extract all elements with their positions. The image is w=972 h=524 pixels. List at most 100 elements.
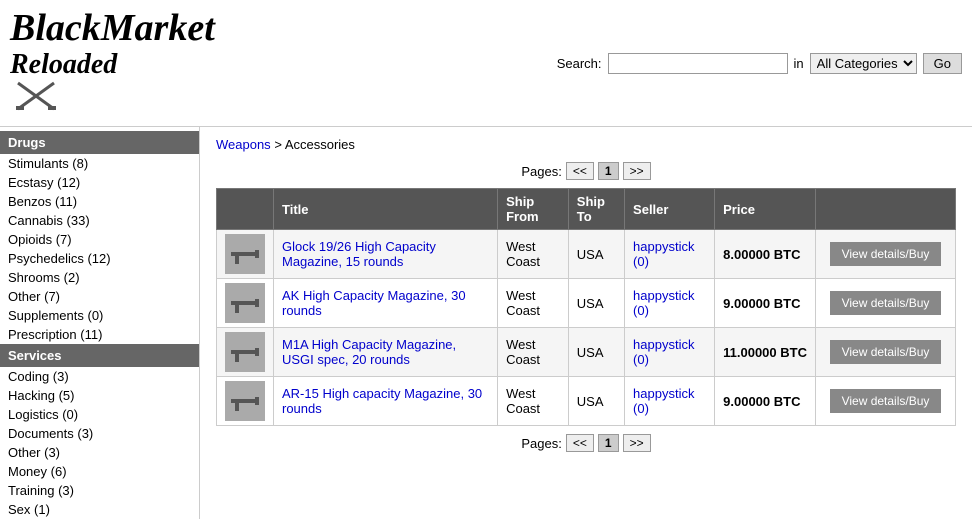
sidebar-item-psychedelics[interactable]: Psychedelics (12)	[0, 249, 199, 268]
go-button[interactable]: Go	[923, 53, 962, 74]
product-image-cell	[217, 230, 274, 279]
products-table: Title Ship From Ship To Seller Price Glo…	[216, 188, 956, 426]
table-row: Glock 19/26 High Capacity Magazine, 15 r…	[217, 230, 956, 279]
sidebar-item-ecstasy[interactable]: Ecstasy (12)	[0, 173, 199, 192]
seller-cell: happystick (0)	[625, 230, 715, 279]
product-image-cell	[217, 279, 274, 328]
sidebar-item-coding[interactable]: Coding (3)	[0, 367, 199, 386]
page-1-button[interactable]: 1	[598, 162, 619, 180]
sidebar-item-other-services[interactable]: Other (3)	[0, 443, 199, 462]
product-title-cell: AR-15 High capacity Magazine, 30 rounds	[274, 377, 498, 426]
action-cell: View details/Buy	[816, 230, 956, 279]
ship-to-cell: USA	[568, 230, 624, 279]
breadcrumb-weapons[interactable]: Weapons	[216, 137, 271, 152]
pages-label-bottom: Pages:	[521, 436, 561, 451]
ship-from-cell: West Coast	[498, 279, 569, 328]
sidebar-item-benzos[interactable]: Benzos (11)	[0, 192, 199, 211]
col-header-price: Price	[715, 189, 816, 230]
sidebar-header-drugs[interactable]: Drugs	[0, 131, 199, 154]
search-in-label: in	[794, 56, 804, 71]
pagination-bottom: Pages: << 1 >>	[216, 434, 956, 452]
seller-link[interactable]: happystick (0)	[633, 337, 694, 367]
ship-to-cell: USA	[568, 279, 624, 328]
breadcrumb-separator: >	[274, 137, 285, 152]
action-cell: View details/Buy	[816, 279, 956, 328]
col-header-ship-to: Ship To	[568, 189, 624, 230]
logo-line1: BlackMarket	[10, 8, 215, 50]
action-cell: View details/Buy	[816, 377, 956, 426]
product-title-link[interactable]: AK High Capacity Magazine, 30 rounds	[282, 288, 466, 318]
main-content: Weapons > Accessories Pages: << 1 >> Tit…	[200, 127, 972, 519]
view-details-button[interactable]: View details/Buy	[830, 340, 942, 364]
seller-cell: happystick (0)	[625, 377, 715, 426]
sidebar-item-stimulants[interactable]: Stimulants (8)	[0, 154, 199, 173]
table-row: AK High Capacity Magazine, 30 rounds West…	[217, 279, 956, 328]
ship-to-cell: USA	[568, 328, 624, 377]
crossed-swords-icon	[16, 81, 215, 119]
col-header-img	[217, 189, 274, 230]
product-title-cell: AK High Capacity Magazine, 30 rounds	[274, 279, 498, 328]
sidebar-item-money[interactable]: Money (6)	[0, 462, 199, 481]
view-details-button[interactable]: View details/Buy	[830, 291, 942, 315]
table-body: Glock 19/26 High Capacity Magazine, 15 r…	[217, 230, 956, 426]
sidebar-item-hacking[interactable]: Hacking (5)	[0, 386, 199, 405]
product-thumbnail	[225, 283, 265, 323]
sidebar: Drugs Stimulants (8) Ecstasy (12) Benzos…	[0, 127, 200, 519]
sidebar-item-documents[interactable]: Documents (3)	[0, 424, 199, 443]
col-header-ship-from: Ship From	[498, 189, 569, 230]
sidebar-item-opioids[interactable]: Opioids (7)	[0, 230, 199, 249]
seller-link[interactable]: happystick (0)	[633, 386, 694, 416]
table-row: AR-15 High capacity Magazine, 30 rounds W…	[217, 377, 956, 426]
product-title-link[interactable]: AR-15 High capacity Magazine, 30 rounds	[282, 386, 482, 416]
prev-page-button-bottom[interactable]: <<	[566, 434, 594, 452]
product-thumbnail	[225, 332, 265, 372]
search-label: Search:	[557, 56, 602, 71]
col-header-title: Title	[274, 189, 498, 230]
sidebar-item-cannabis[interactable]: Cannabis (33)	[0, 211, 199, 230]
prev-page-button[interactable]: <<	[566, 162, 594, 180]
pagination-top: Pages: << 1 >>	[216, 162, 956, 180]
ship-from-cell: West Coast	[498, 328, 569, 377]
sidebar-item-training[interactable]: Training (3)	[0, 481, 199, 500]
search-input[interactable]	[608, 53, 788, 74]
logo-line2: Reloaded	[10, 50, 215, 119]
sidebar-item-prescription[interactable]: Prescription (11)	[0, 325, 199, 344]
view-details-button[interactable]: View details/Buy	[830, 389, 942, 413]
product-thumbnail	[225, 381, 265, 421]
next-page-button[interactable]: >>	[623, 162, 651, 180]
next-page-button-bottom[interactable]: >>	[623, 434, 651, 452]
category-select[interactable]: All Categories Drugs Services Weapons	[810, 53, 917, 74]
col-header-seller: Seller	[625, 189, 715, 230]
seller-link[interactable]: happystick (0)	[633, 239, 694, 269]
product-title-cell: M1A High Capacity Magazine, USGI spec, 2…	[274, 328, 498, 377]
seller-cell: happystick (0)	[625, 279, 715, 328]
sidebar-header-services[interactable]: Services	[0, 344, 199, 367]
product-image-cell	[217, 377, 274, 426]
pages-label: Pages:	[521, 164, 561, 179]
view-details-button[interactable]: View details/Buy	[830, 242, 942, 266]
price-cell: 11.00000 BTC	[715, 328, 816, 377]
price-cell: 8.00000 BTC	[715, 230, 816, 279]
table-row: M1A High Capacity Magazine, USGI spec, 2…	[217, 328, 956, 377]
product-title-link[interactable]: Glock 19/26 High Capacity Magazine, 15 r…	[282, 239, 436, 269]
breadcrumb: Weapons > Accessories	[216, 137, 956, 152]
header: BlackMarket Reloaded Search: in All Cate…	[0, 0, 972, 127]
sidebar-item-sex[interactable]: Sex (1)	[0, 500, 199, 519]
seller-cell: happystick (0)	[625, 328, 715, 377]
logo: BlackMarket Reloaded	[10, 8, 215, 118]
sidebar-item-shrooms[interactable]: Shrooms (2)	[0, 268, 199, 287]
product-thumbnail	[225, 234, 265, 274]
product-title-link[interactable]: M1A High Capacity Magazine, USGI spec, 2…	[282, 337, 456, 367]
sidebar-item-supplements[interactable]: Supplements (0)	[0, 306, 199, 325]
product-title-cell: Glock 19/26 High Capacity Magazine, 15 r…	[274, 230, 498, 279]
breadcrumb-accessories: Accessories	[285, 137, 355, 152]
sidebar-item-logistics[interactable]: Logistics (0)	[0, 405, 199, 424]
sidebar-item-other-drugs[interactable]: Other (7)	[0, 287, 199, 306]
price-cell: 9.00000 BTC	[715, 279, 816, 328]
page-1-button-bottom[interactable]: 1	[598, 434, 619, 452]
col-header-action	[816, 189, 956, 230]
ship-from-cell: West Coast	[498, 377, 569, 426]
ship-from-cell: West Coast	[498, 230, 569, 279]
seller-link[interactable]: happystick (0)	[633, 288, 694, 318]
price-cell: 9.00000 BTC	[715, 377, 816, 426]
